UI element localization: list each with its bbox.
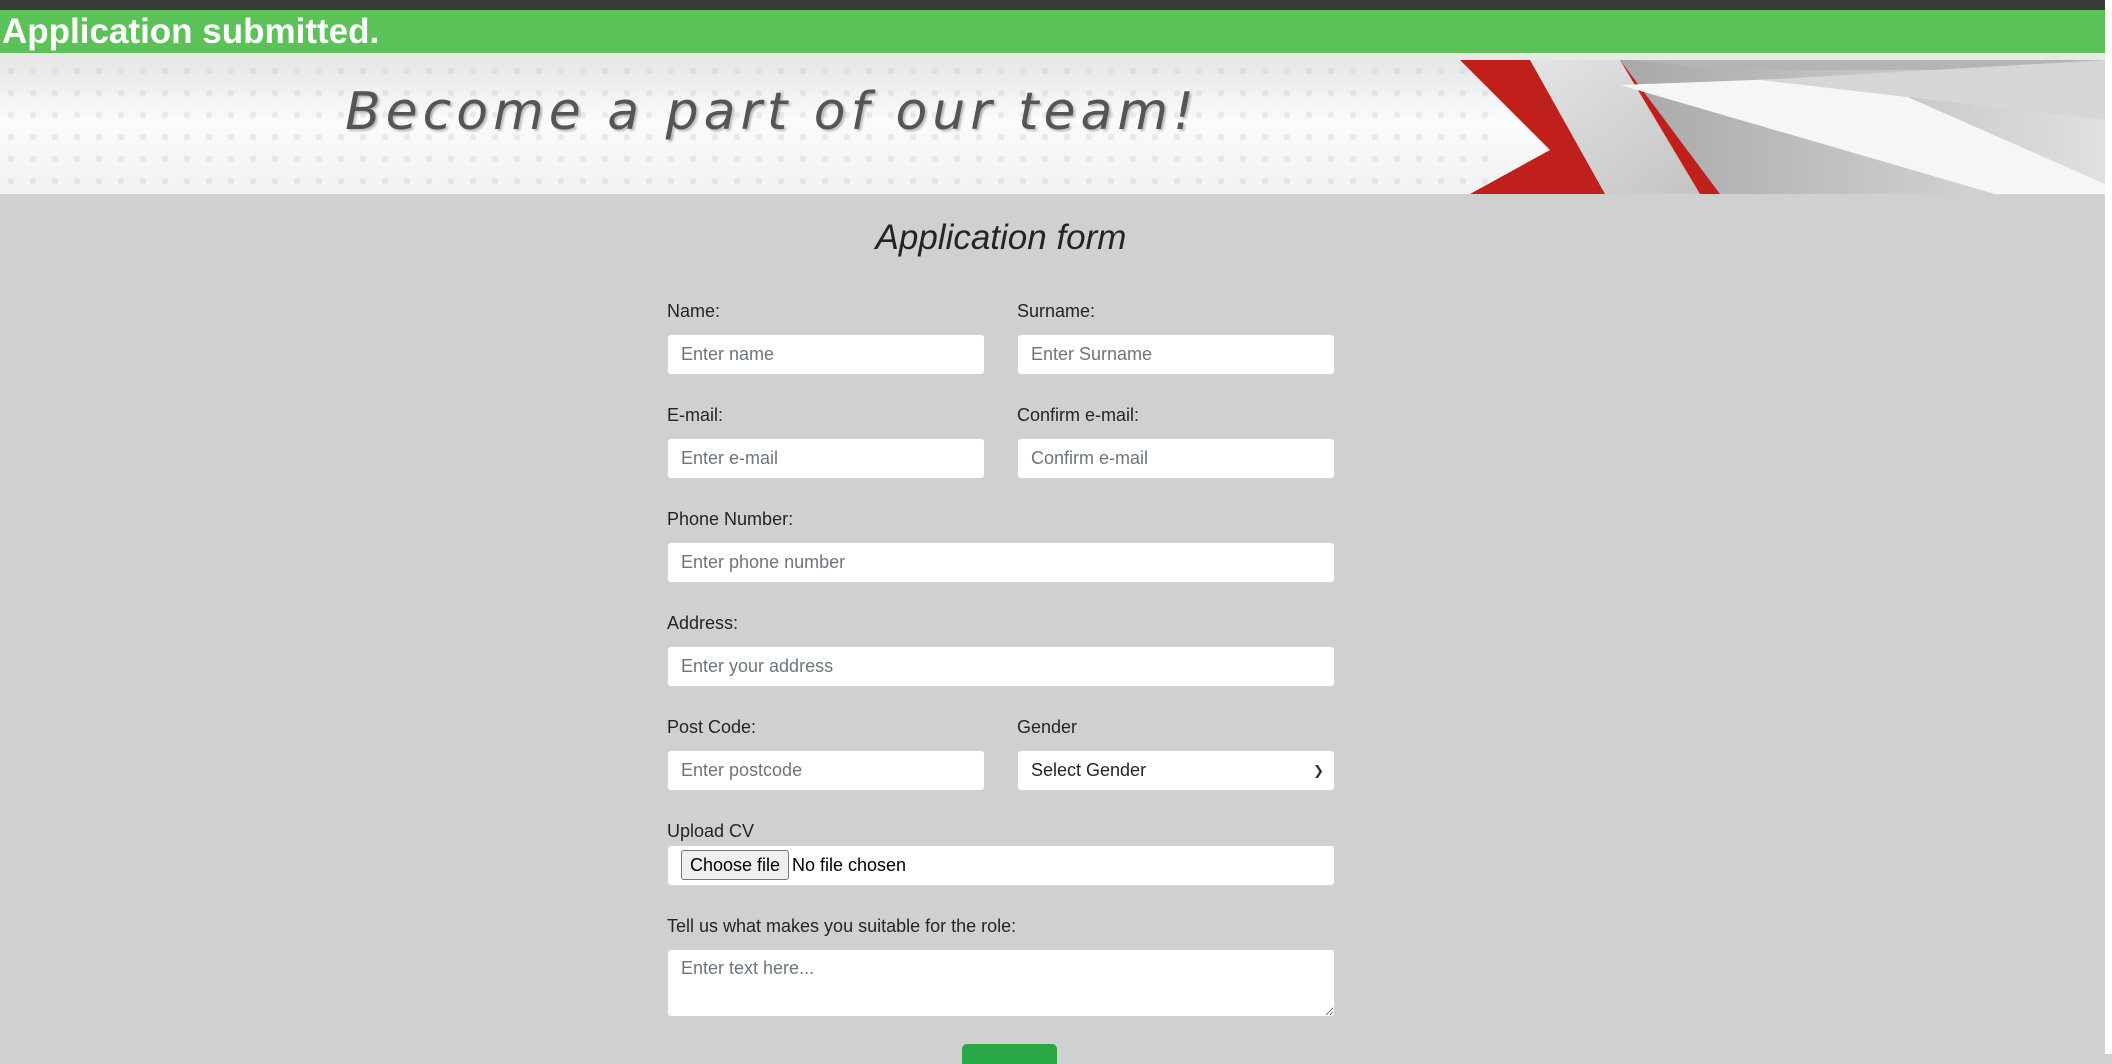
name-input[interactable] bbox=[667, 334, 985, 375]
suitability-label: Tell us what makes you suitable for the … bbox=[667, 916, 1017, 936]
banner-tagline: Become a part of our team! bbox=[345, 82, 1199, 142]
surname-input[interactable] bbox=[1017, 334, 1335, 375]
success-alert: Application submitted. bbox=[0, 10, 2105, 53]
phone-label: Phone Number: bbox=[667, 509, 794, 529]
confirm-email-input[interactable] bbox=[1017, 438, 1335, 479]
address-label: Address: bbox=[667, 613, 739, 633]
postcode-label: Post Code: bbox=[667, 717, 757, 737]
suitability-textarea[interactable] bbox=[667, 949, 1335, 1017]
alert-divider bbox=[0, 53, 2105, 60]
postcode-input[interactable] bbox=[667, 750, 985, 791]
banner-graphic bbox=[1460, 60, 2105, 194]
submit-button[interactable] bbox=[962, 1044, 1057, 1064]
gender-selected-value: Select Gender bbox=[1031, 760, 1147, 780]
surname-label: Surname: bbox=[1017, 301, 1096, 321]
header-banner: Become a part of our team! bbox=[0, 60, 2105, 194]
choose-file-button[interactable]: Choose file bbox=[681, 850, 790, 880]
form-title: Application form bbox=[875, 218, 1127, 257]
cv-file-input[interactable]: Choose file No file chosen bbox=[667, 845, 1335, 886]
cv-label: Upload CV bbox=[667, 821, 755, 841]
address-input[interactable] bbox=[667, 646, 1335, 687]
email-label: E-mail: bbox=[667, 405, 724, 425]
chevron-down-icon: ❯ bbox=[1313, 763, 1324, 778]
name-label: Name: bbox=[667, 301, 721, 321]
alert-message: Application submitted. bbox=[2, 12, 380, 51]
email-input[interactable] bbox=[667, 438, 985, 479]
file-status: No file chosen bbox=[792, 855, 907, 875]
browser-top-bar bbox=[0, 0, 2112, 10]
window-edge bbox=[2105, 0, 2112, 1054]
gender-label: Gender bbox=[1017, 717, 1078, 737]
phone-input[interactable] bbox=[667, 542, 1335, 583]
gender-select[interactable]: Select Gender ❯ bbox=[1017, 750, 1335, 791]
confirm-email-label: Confirm e-mail: bbox=[1017, 405, 1140, 425]
